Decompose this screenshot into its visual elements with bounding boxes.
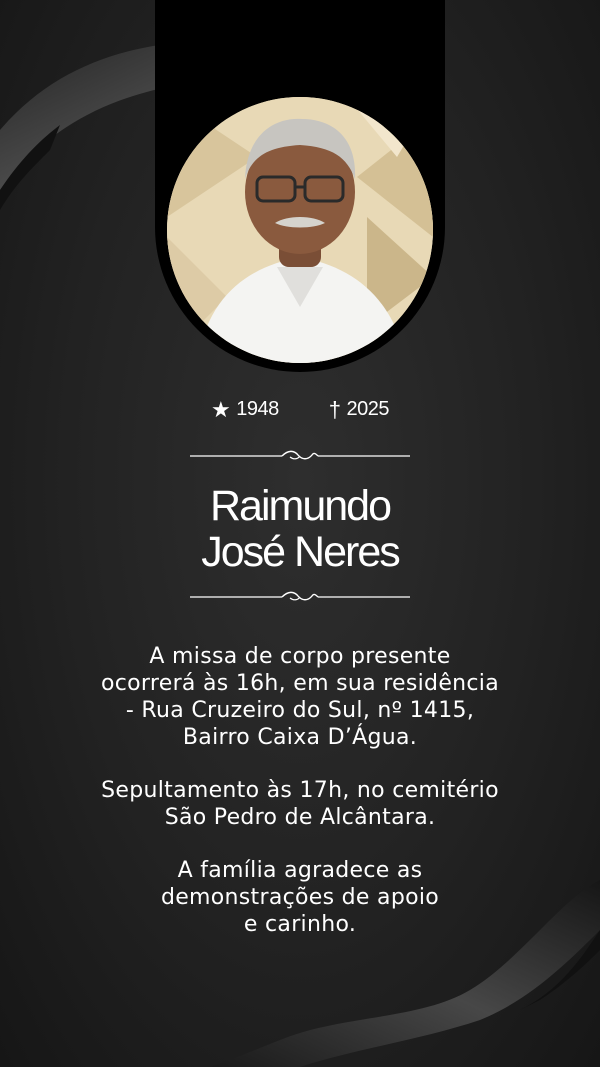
name-line-1: Raimundo (210, 482, 392, 530)
ornamental-divider-top (190, 450, 410, 460)
message-line: São Pedro de Alcântara. (164, 805, 436, 830)
birth-year: 1948 (236, 398, 279, 420)
family-thanks: A família agradece as demonstrações de a… (0, 857, 600, 938)
life-dates: ★ 1948 † 2025 (0, 398, 600, 421)
burial-info: Sepultamento às 17h, no cemitério São Pe… (0, 777, 600, 831)
message-line: - Rua Cruzeiro do Sul, nº 1415, (125, 698, 475, 723)
ornamental-divider-bottom (190, 591, 410, 601)
deceased-name: Raimundo José Neres (0, 483, 600, 575)
message-line: e carinho. (243, 912, 357, 937)
cross-icon: † (328, 396, 341, 422)
name-line-2: José Neres (201, 528, 400, 576)
death-year: 2025 (346, 398, 389, 420)
message-line: A família agradece as (177, 858, 423, 883)
death-date: † 2025 (328, 396, 390, 422)
message-line: Bairro Caixa D’Água. (182, 725, 418, 750)
funeral-message: A missa de corpo presente ocorrerá às 16… (0, 643, 600, 964)
message-line: ocorrerá às 16h, em sua residência (101, 671, 499, 696)
message-line: Sepultamento às 17h, no cemitério (101, 778, 499, 803)
mass-info: A missa de corpo presente ocorrerá às 16… (0, 643, 600, 751)
portrait-photo (167, 97, 433, 363)
message-line: demonstrações de apoio (160, 885, 440, 910)
star-icon: ★ (211, 396, 231, 422)
message-line: A missa de corpo presente (149, 644, 451, 669)
birth-date: ★ 1948 (211, 398, 279, 421)
